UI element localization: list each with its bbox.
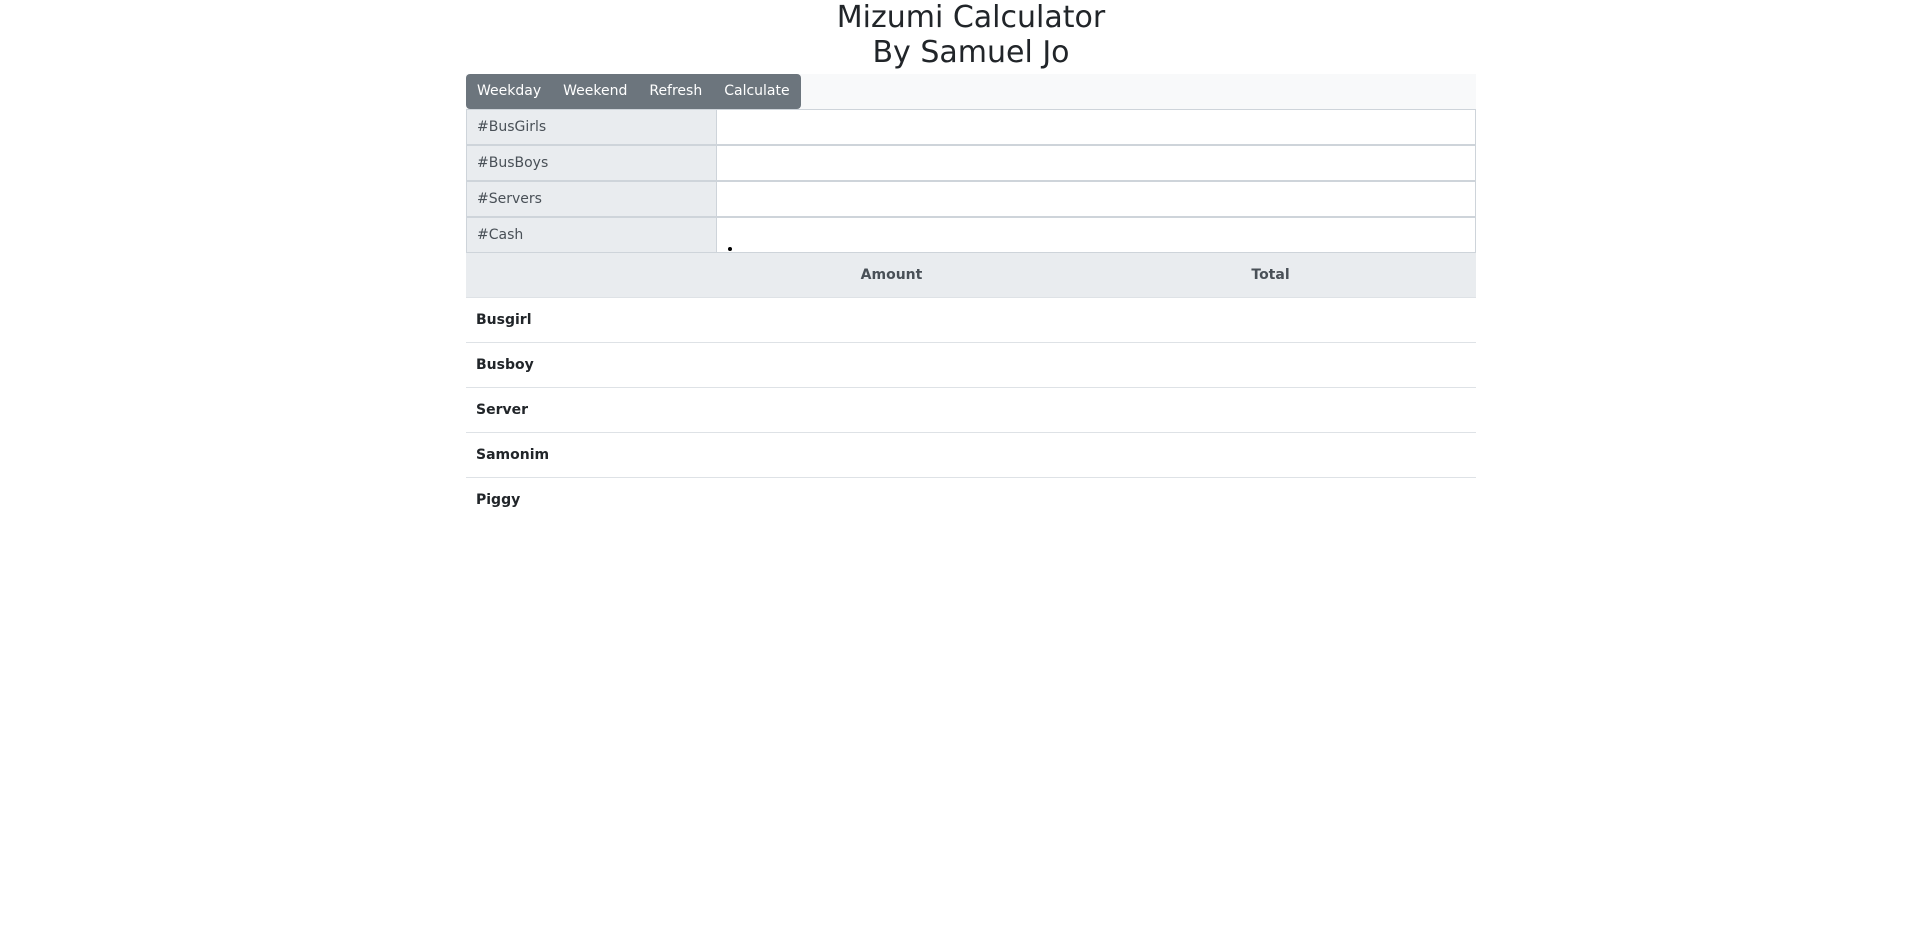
cursor-dot — [728, 247, 732, 251]
table-row: Busgirl — [466, 297, 1476, 343]
table-header-row: Amount Total — [466, 253, 1476, 298]
title-line-2: By Samuel Jo — [872, 35, 1070, 70]
table-row: Server — [466, 387, 1476, 433]
row-name-server: Server — [466, 387, 718, 433]
header-amount: Amount — [718, 253, 1065, 298]
header-total: Total — [1065, 253, 1476, 298]
row-name-samonim: Samonim — [466, 432, 718, 478]
row-total-samonim — [1065, 432, 1476, 478]
servers-input[interactable] — [717, 182, 1475, 216]
calculator-container: Mizumi Calculator By Samuel Jo Weekday W… — [466, 0, 1476, 522]
row-total-server — [1065, 387, 1476, 433]
cash-label: #Cash — [467, 218, 717, 252]
servers-input-group: #Servers — [466, 181, 1476, 217]
row-total-piggy — [1065, 478, 1476, 523]
table-row: Busboy — [466, 342, 1476, 388]
table-row: Samonim — [466, 432, 1476, 478]
calculate-button[interactable]: Calculate — [713, 74, 800, 109]
row-amount-piggy — [718, 478, 1065, 523]
busboys-input-group: #BusBoys — [466, 145, 1476, 181]
row-amount-busgirl — [718, 297, 1065, 343]
row-total-busgirl — [1065, 297, 1476, 343]
row-amount-busboy — [718, 342, 1065, 388]
cash-input[interactable] — [717, 218, 1475, 252]
weekday-button[interactable]: Weekday — [466, 74, 552, 109]
busboys-input[interactable] — [717, 146, 1475, 180]
row-name-piggy: Piggy — [476, 492, 521, 508]
row-name-busgirl: Busgirl — [466, 297, 718, 343]
table-row: Piggy — [466, 478, 1476, 523]
results-table: Amount Total Busgirl Busboy Server Samon — [466, 253, 1476, 522]
row-name-busboy: Busboy — [466, 342, 718, 388]
header-name-column — [466, 253, 718, 298]
row-total-busboy — [1065, 342, 1476, 388]
busgirls-input-group: #BusGirls — [466, 109, 1476, 145]
servers-label: #Servers — [467, 182, 717, 216]
row-amount-server — [718, 387, 1065, 433]
busgirls-label: #BusGirls — [467, 110, 717, 144]
row-amount-samonim — [718, 432, 1065, 478]
refresh-button[interactable]: Refresh — [638, 74, 713, 109]
cash-input-group: #Cash — [466, 217, 1476, 253]
busgirls-input[interactable] — [717, 110, 1475, 144]
mode-button-group: Weekday Weekend Refresh Calculate — [466, 74, 801, 109]
busboys-label: #BusBoys — [467, 146, 717, 180]
page-title: Mizumi Calculator By Samuel Jo — [466, 0, 1476, 70]
title-line-1: Mizumi Calculator — [836, 0, 1106, 35]
toolbar: Weekday Weekend Refresh Calculate — [466, 74, 1476, 109]
weekend-button[interactable]: Weekend — [552, 74, 638, 109]
